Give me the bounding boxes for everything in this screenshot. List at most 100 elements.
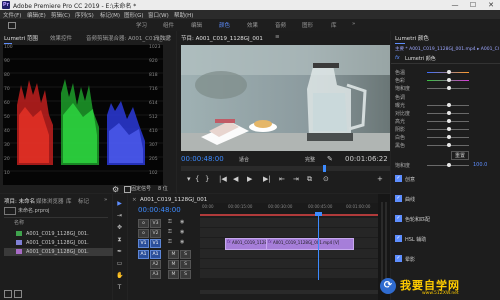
zoom-fit-select[interactable]: 适合 — [239, 156, 249, 163]
tab-media-browser[interactable]: 媒体浏览器 — [36, 197, 64, 205]
section-checkbox-vignette[interactable]: ✓ — [395, 255, 402, 262]
menu-edit[interactable]: 编辑(E) — [27, 11, 46, 19]
section-hsl-secondary[interactable]: HSL 辅助 — [405, 236, 426, 243]
tab-lumetri-scopes[interactable]: Lumetri 范围 — [4, 34, 38, 42]
menu-sequence[interactable]: 序列(S) — [75, 11, 94, 19]
timeline-timecode[interactable]: 00:00:48:00 — [138, 206, 181, 214]
timeline-ruler[interactable]: 00:00 00:00:15:00 00:00:30:00 00:00:45:0… — [200, 203, 390, 214]
menu-marker[interactable]: 标记(M) — [100, 11, 120, 19]
saturation-knob[interactable] — [447, 86, 451, 90]
contrast-slider[interactable]: 对比度 — [395, 110, 495, 117]
timeline-playhead[interactable] — [318, 214, 319, 280]
temperature-slider[interactable]: 色温 — [395, 69, 495, 76]
playback-resolution-select[interactable]: 完整 — [305, 156, 315, 163]
button-editor-icon[interactable]: + — [377, 175, 383, 183]
tab-markers[interactable]: 标记 — [78, 197, 89, 205]
track-label-v3[interactable]: V3 — [150, 219, 161, 228]
eye-icon[interactable]: ◉ — [180, 239, 184, 245]
rectangle-tool-icon[interactable]: ▭ — [116, 260, 123, 267]
close-button[interactable]: ✕ — [482, 0, 500, 10]
timeline-scrollbar[interactable] — [200, 290, 390, 294]
maximize-button[interactable]: ☐ — [464, 0, 482, 10]
type-tool-icon[interactable]: T — [116, 284, 123, 291]
project-overflow-icon[interactable]: » — [104, 197, 107, 203]
shadows-knob[interactable] — [447, 127, 451, 131]
menu-graphics[interactable]: 图形(G) — [124, 11, 144, 19]
blacks-knob[interactable] — [447, 143, 451, 147]
tab-lumetri-color[interactable]: Lumetri 颜色 — [395, 34, 429, 42]
reset-button[interactable]: 重置 — [451, 151, 470, 160]
workspace-graphics[interactable]: 图形 — [302, 21, 313, 29]
solo-button-a1[interactable]: S — [180, 250, 191, 259]
lock-icon[interactable]: ⚿ — [168, 239, 172, 245]
mute-button-a1[interactable]: M — [168, 250, 179, 259]
menu-clip[interactable]: 剪辑(C) — [51, 11, 70, 19]
go-to-in-icon[interactable]: |◀ — [219, 175, 227, 183]
section-checkbox-hsl[interactable]: ✓ — [395, 235, 402, 242]
contrast-knob[interactable] — [447, 111, 451, 115]
selection-tool-icon[interactable]: ▶ — [116, 200, 123, 207]
track-lane-a2[interactable] — [200, 259, 390, 268]
step-back-icon[interactable]: ◀ — [233, 175, 238, 183]
program-timecode[interactable]: 00:00:48:00 — [181, 155, 224, 163]
section-checkbox-curves[interactable]: ✓ — [395, 195, 402, 202]
eye-icon[interactable]: ◉ — [180, 229, 184, 235]
section-checkbox-creative[interactable]: ✓ — [395, 175, 402, 182]
panel-overflow-icon[interactable]: » — [168, 34, 171, 40]
exposure-knob[interactable] — [447, 103, 451, 107]
shadows-slider[interactable]: 阴影 — [395, 126, 495, 133]
track-label-a2[interactable]: A2 — [150, 260, 161, 269]
project-item[interactable]: A001_C019_1128GJ_001. — [4, 239, 114, 247]
source-patch-a1[interactable]: A1 — [138, 250, 149, 259]
whites-knob[interactable] — [447, 135, 451, 139]
workspace-assembly[interactable]: 组件 — [163, 21, 174, 29]
workspace-color[interactable]: 颜色 — [219, 21, 230, 29]
whites-slider[interactable]: 白色 — [395, 134, 495, 141]
mute-button-a3[interactable]: M — [168, 270, 179, 279]
menu-help[interactable]: 帮助(H) — [174, 11, 193, 19]
exposure-slider[interactable]: 曝光 — [395, 102, 495, 109]
monitor-menu-icon[interactable]: ≡ — [275, 34, 280, 40]
tab-timeline-sequence[interactable]: A001_C019_1128GJ_001 — [140, 197, 207, 203]
workspace-libraries[interactable]: 库 — [331, 21, 337, 29]
menu-window[interactable]: 窗口(W) — [148, 11, 169, 19]
lock-icon[interactable]: ⚿ — [168, 229, 172, 235]
monitor-playhead[interactable] — [323, 165, 326, 172]
workspace-edit[interactable]: 编辑 — [191, 21, 202, 29]
global-saturation-knob[interactable] — [447, 163, 451, 167]
razor-tool-icon[interactable]: ⧗ — [116, 236, 123, 243]
program-video-frame[interactable] — [181, 45, 390, 151]
track-lane-a3[interactable] — [200, 269, 390, 278]
track-label-v2[interactable]: V2 — [150, 229, 161, 238]
global-saturation-slider[interactable]: 饱和度 100.0 — [395, 162, 495, 169]
section-curves[interactable]: 曲线 — [405, 196, 415, 203]
global-saturation-value[interactable]: 100.0 — [473, 162, 487, 168]
tint-knob[interactable] — [447, 78, 451, 82]
track-lane-v3[interactable] — [200, 218, 390, 227]
work-area-bar[interactable] — [200, 214, 390, 216]
video-clip-b[interactable]: fx A001_C019_1128GJ_001.mp4 [V] — [266, 238, 354, 250]
section-checkbox-color-wheels[interactable]: ✓ — [395, 215, 402, 222]
track-label-a1[interactable]: A1 — [150, 250, 161, 259]
new-bin-icon[interactable] — [4, 290, 12, 298]
monitor-scrub-bar[interactable] — [181, 166, 390, 171]
mute-button-a2[interactable]: M — [168, 260, 179, 269]
bit-depth-select[interactable]: 8 位 — [158, 185, 168, 192]
workspace-more-icon[interactable]: » — [352, 21, 355, 27]
minimize-button[interactable]: — — [446, 0, 464, 10]
source-patch-v1[interactable]: V1 — [138, 239, 149, 248]
home-icon[interactable] — [8, 22, 16, 29]
pen-tool-icon[interactable]: ✒ — [116, 248, 123, 255]
track-label-v1[interactable]: V1 — [150, 239, 161, 248]
timeline-close-icon[interactable]: × — [132, 197, 137, 203]
workspace-effects[interactable]: 效果 — [247, 21, 258, 29]
step-forward-icon[interactable]: ▶| — [263, 175, 271, 183]
go-to-out-icon[interactable]: ⇤ — [279, 175, 285, 183]
toggle-target-v3[interactable]: o — [138, 219, 149, 228]
track-label-a3[interactable]: A3 — [150, 270, 161, 279]
mark-out-icon[interactable]: } — [205, 175, 209, 183]
comparison-view-icon[interactable]: ⊙ — [323, 175, 329, 183]
highlights-slider[interactable]: 高光 — [395, 118, 495, 125]
highlights-knob[interactable] — [447, 119, 451, 123]
temperature-knob[interactable] — [447, 70, 451, 74]
